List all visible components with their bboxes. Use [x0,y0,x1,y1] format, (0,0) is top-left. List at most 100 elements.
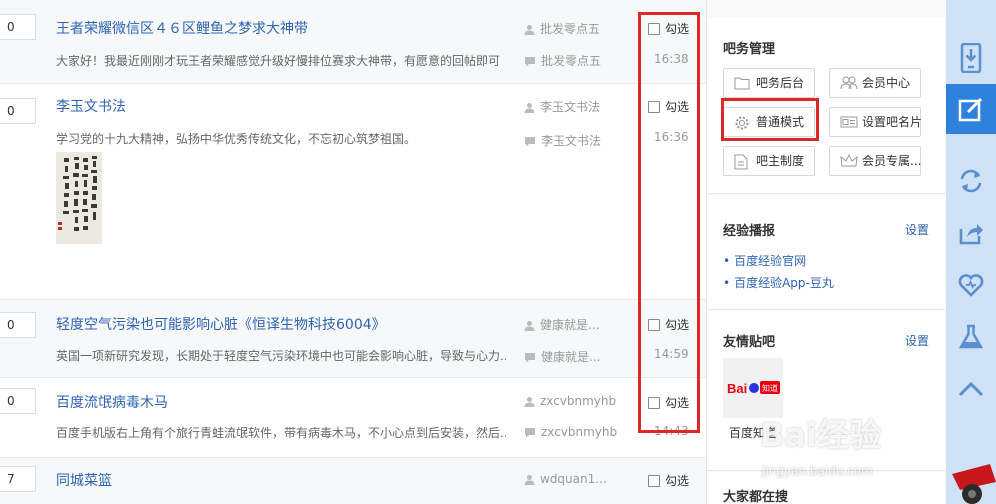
calligraphy-thumbnail[interactable] [56,152,102,244]
baidu-jingyan-watermark: Bai经验 [760,416,881,454]
checkbox-box[interactable] [648,319,660,331]
folder-icon [734,77,750,90]
experience-settings-link[interactable]: 设置 [905,221,929,238]
normal-mode-button[interactable]: 普通模式 [723,107,815,137]
card-icon [840,116,858,128]
author-name: 批发零点五 [540,22,601,36]
thread-item: 0 王者荣耀微信区４６区鲤鱼之梦求大神带 大家好！我最近刚刚才玩王者荣耀感觉升级… [0,0,706,84]
rules-label: 吧主制度 [756,154,805,168]
set-card-button[interactable]: 设置吧名片 [829,107,923,137]
lab-button[interactable] [946,312,996,362]
thread-time: 16:38 [654,52,689,66]
zhidao-logo-image: Bai 知道 [723,358,783,418]
author-name: 健康就是... [540,318,600,332]
member-exclusive-button[interactable]: 会员专属... [829,146,921,176]
checkbox-label: 勾选 [665,474,690,488]
experience-link-label: 百度经验App-豆丸 [734,276,834,290]
svg-text:知道: 知道 [762,383,778,393]
calligraphy-image [56,152,102,244]
thread-author[interactable]: zxcvbnmyhb [524,394,616,408]
set-card-label: 设置吧名片 [862,115,923,129]
friend-bars-title: 友情贴吧 [723,335,776,350]
user-icon [524,475,535,485]
user-icon [524,25,535,35]
friend-bars-settings-link[interactable]: 设置 [905,332,929,349]
flask-icon [959,324,983,349]
refresh-icon [960,169,982,193]
thread-author[interactable]: 健康就是... [524,316,599,333]
thread-author[interactable]: wdquan1... [524,472,607,486]
checkbox-box[interactable] [648,397,660,409]
checkbox-label: 勾选 [665,22,690,36]
select-checkbox[interactable]: 勾选 [648,394,689,411]
reply-count: 0 [0,312,36,338]
back-to-top-button[interactable] [946,364,996,414]
bullet-icon: • [723,254,731,268]
rules-button[interactable]: 吧主制度 [723,146,815,176]
baidu-zhidao-logo[interactable]: Bai 知道 [723,358,783,418]
thread-time: 16:36 [654,130,689,144]
checkbox-box[interactable] [648,23,660,35]
comment-icon [525,137,535,147]
last-reply-user[interactable]: zxcvbnmyhb [524,425,617,439]
thread-author[interactable]: 李玉文书法 [524,98,600,115]
thread-item: 0 李玉文书法 学习党的十九大精神，弘扬中华优秀传统文化，不忘初心筑梦祖国。 李… [0,84,706,300]
experience-link[interactable]: • 百度经验App-豆丸 [723,274,834,291]
backend-button[interactable]: 吧务后台 [723,68,815,98]
download-app-button[interactable] [946,33,996,83]
thread-item: 0 轻度空气污染也可能影响心脏《恒译生物科技6004》 英国一项新研究发现，长期… [0,300,706,378]
thread-item: 7 同城菜篮 wdquan1... 勾选 [0,458,706,504]
thread-time: 14:43 [654,424,689,438]
select-checkbox[interactable]: 勾选 [648,98,689,115]
experience-link[interactable]: • 百度经验官网 [723,252,806,269]
member-exclusive-label: 会员专属... [862,154,922,168]
document-icon [734,154,748,170]
user-icon [524,103,535,113]
reply-count: 0 [0,98,36,124]
select-checkbox[interactable]: 勾选 [648,316,689,333]
select-checkbox[interactable]: 勾选 [648,472,689,489]
thread-title[interactable]: 同城菜篮 [56,470,112,490]
checkbox-box[interactable] [648,475,660,487]
members-icon [840,76,858,90]
checkbox-label: 勾选 [665,396,690,410]
thread-title[interactable]: 百度流氓病毒木马 [56,392,168,412]
thread-abstract: 英国一项新研究发现，长期处于轻度空气污染环境中也可能会影响心脏，导致与心力... [56,349,506,363]
reply-count: 0 [0,388,36,414]
cannon-icon[interactable] [950,460,996,504]
checkbox-box[interactable] [648,101,660,113]
author-name: zxcvbnmyhb [540,394,617,408]
phone-download-icon [960,43,982,73]
select-checkbox[interactable]: 勾选 [648,20,689,37]
last-reply-name: 健康就是... [541,350,601,364]
management-title: 吧务管理 [723,42,776,57]
author-name: 李玉文书法 [540,100,601,114]
heart-icon [958,274,984,297]
last-reply-user[interactable]: 李玉文书法 [524,132,601,149]
thread-title[interactable]: 王者荣耀微信区４６区鲤鱼之梦求大神带 [56,18,308,38]
reply-count: 7 [0,466,36,492]
members-center-button[interactable]: 会员中心 [829,68,921,98]
comment-icon [525,428,535,438]
author-name: wdquan1... [540,472,607,486]
user-icon [524,397,535,407]
thread-title[interactable]: 轻度空气污染也可能影响心脏《恒译生物科技6004》 [56,314,386,334]
checkbox-label: 勾选 [665,100,690,114]
post-button[interactable] [946,84,996,134]
experience-panel: 经验播报 设置 • 百度经验官网 • 百度经验App-豆丸 [707,196,945,310]
gear-icon [735,116,749,130]
right-toolbar [946,0,996,504]
share-button[interactable] [946,208,996,258]
refresh-button[interactable] [946,156,996,206]
backend-label: 吧务后台 [756,76,805,90]
last-reply-name: 李玉文书法 [541,134,602,148]
members-center-label: 会员中心 [862,76,911,90]
last-reply-user[interactable]: 健康就是... [524,348,600,365]
thread-author[interactable]: 批发零点五 [524,20,600,37]
thread-title[interactable]: 李玉文书法 [56,96,126,116]
last-reply-name: zxcvbnmyhb [541,425,618,439]
management-panel: 吧务管理 吧务后台 会员中心 普通模式 设置吧名片 吧主制度 会员专属... [707,18,945,194]
thread-list: 0 王者荣耀微信区４６区鲤鱼之梦求大神带 大家好！我最近刚刚才玩王者荣耀感觉升级… [0,0,706,504]
favorite-button[interactable] [946,260,996,310]
last-reply-user[interactable]: 批发零点五 [524,52,601,69]
